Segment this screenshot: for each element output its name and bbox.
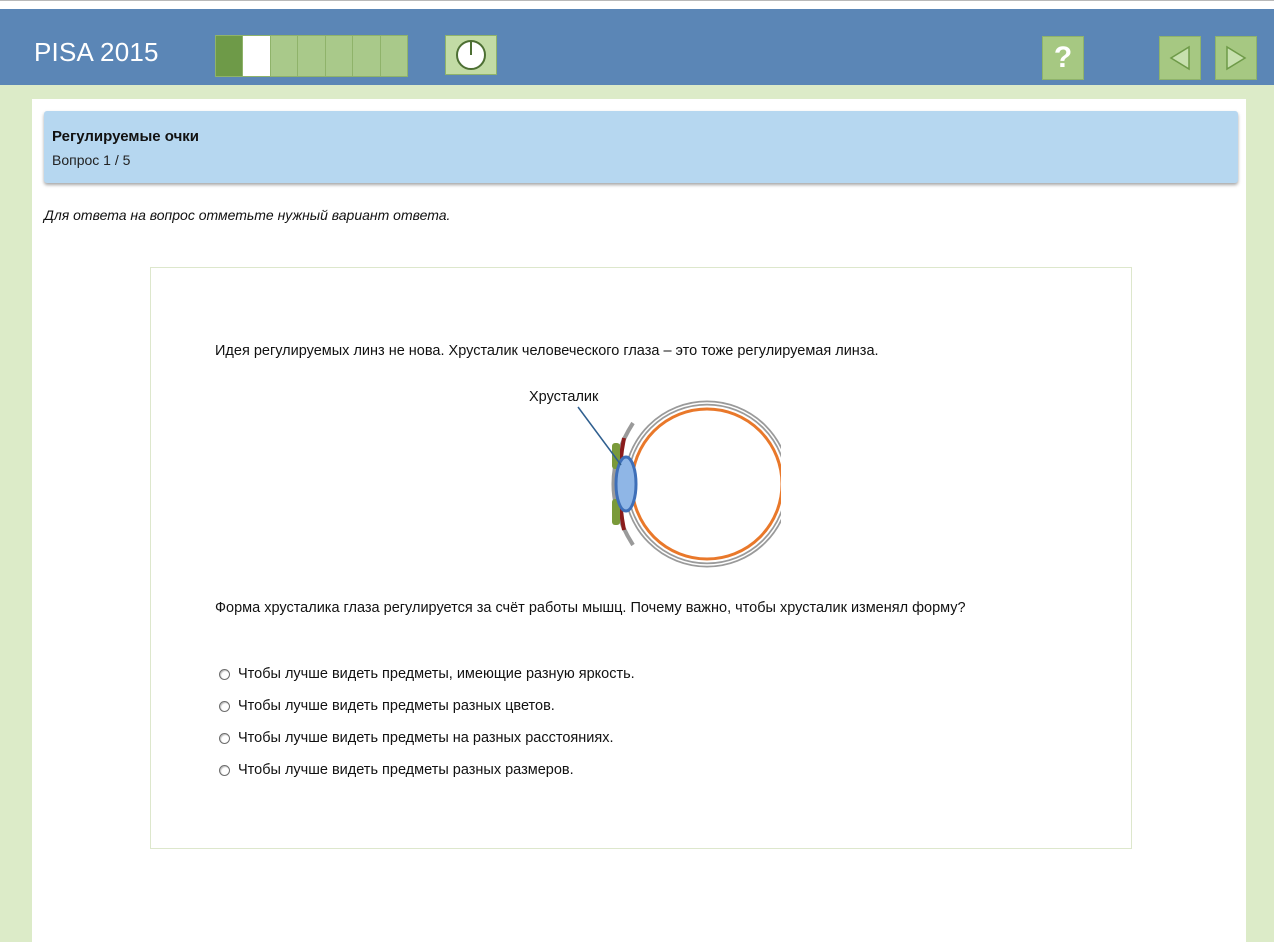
answer-option[interactable]: Чтобы лучше видеть предметы на разных ра… bbox=[219, 722, 635, 754]
option-label: Чтобы лучше видеть предметы разных разме… bbox=[238, 762, 574, 778]
timer-button[interactable] bbox=[445, 35, 497, 75]
progress-segment bbox=[298, 36, 326, 76]
clock-icon bbox=[456, 40, 486, 70]
pointer-line bbox=[577, 406, 622, 466]
progress-segment-current bbox=[243, 36, 271, 76]
option-label: Чтобы лучше видеть предметы, имеющие раз… bbox=[238, 666, 635, 682]
arrow-right-icon bbox=[1226, 45, 1247, 71]
question-container: Идея регулируемых линз не нова. Хрустали… bbox=[150, 267, 1132, 849]
progress-bar bbox=[215, 35, 408, 77]
top-border-line bbox=[0, 0, 1274, 1]
previous-button[interactable] bbox=[1159, 36, 1201, 80]
intro-text: Идея регулируемых линз не нова. Хрустали… bbox=[215, 343, 879, 359]
pisa-logo: PISA 2015 bbox=[34, 37, 159, 67]
answer-option[interactable]: Чтобы лучше видеть предметы разных разме… bbox=[219, 754, 635, 786]
answer-options: Чтобы лучше видеть предметы, имеющие раз… bbox=[219, 658, 635, 786]
progress-segment-done bbox=[216, 36, 244, 76]
unit-header: Регулируемые очки Вопрос 1 / 5 bbox=[44, 111, 1238, 183]
eyeball-outline bbox=[623, 400, 791, 568]
eye-diagram: Хрусталик bbox=[511, 383, 791, 583]
lens-label: Хрусталик bbox=[529, 389, 599, 405]
radio-button[interactable] bbox=[219, 764, 230, 776]
progress-segment bbox=[326, 36, 354, 76]
help-button[interactable]: ? bbox=[1042, 36, 1084, 80]
progress-segment bbox=[271, 36, 299, 76]
progress-segment bbox=[381, 36, 407, 76]
option-label: Чтобы лучше видеть предметы на разных ра… bbox=[238, 730, 614, 746]
radio-button[interactable] bbox=[219, 700, 230, 712]
answer-option[interactable]: Чтобы лучше видеть предметы разных цвето… bbox=[219, 690, 635, 722]
option-label: Чтобы лучше видеть предметы разных цвето… bbox=[238, 698, 555, 714]
question-text: Форма хрусталика глаза регулируется за с… bbox=[215, 600, 966, 616]
progress-segment bbox=[353, 36, 381, 76]
arrow-left-icon bbox=[1169, 45, 1190, 71]
app-header: PISA 2015 ? bbox=[0, 9, 1274, 85]
radio-button[interactable] bbox=[219, 668, 230, 680]
lens bbox=[614, 455, 638, 513]
next-button[interactable] bbox=[1215, 36, 1257, 80]
radio-button[interactable] bbox=[219, 732, 230, 744]
answer-option[interactable]: Чтобы лучше видеть предметы, имеющие раз… bbox=[219, 658, 635, 690]
unit-title: Регулируемые очки bbox=[52, 128, 200, 145]
question-counter: Вопрос 1 / 5 bbox=[52, 152, 131, 168]
help-icon: ? bbox=[1053, 41, 1073, 74]
instruction-text: Для ответа на вопрос отметьте нужный вар… bbox=[44, 207, 451, 223]
